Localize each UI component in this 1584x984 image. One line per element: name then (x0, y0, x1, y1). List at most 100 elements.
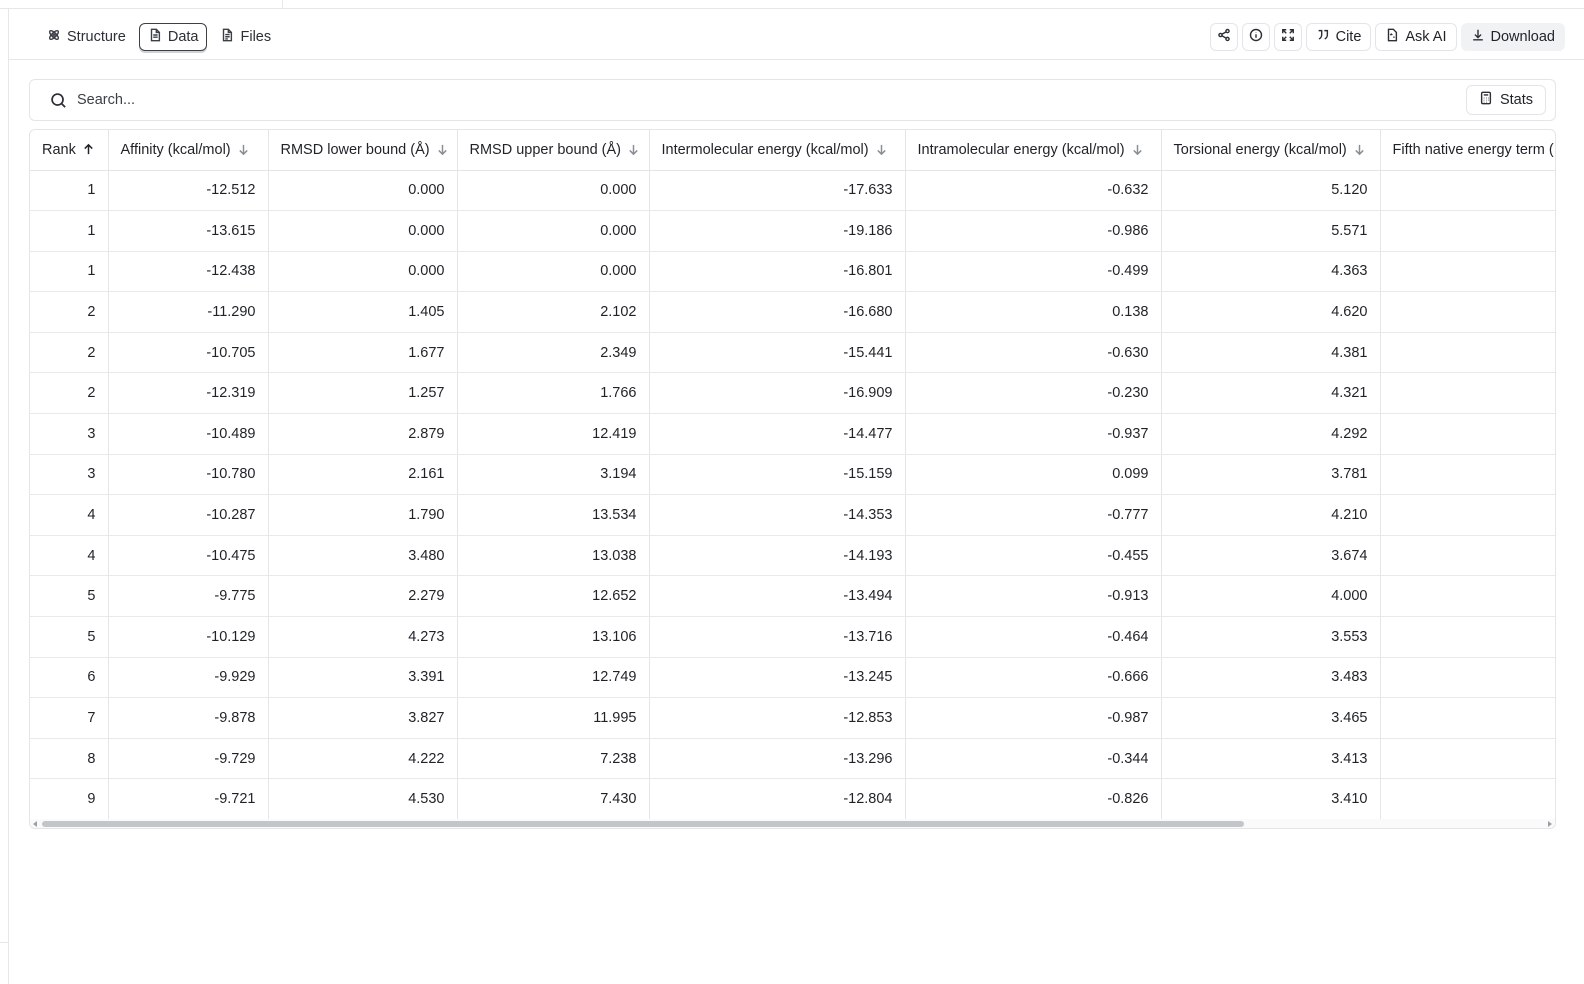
arrow-up-icon[interactable] (82, 143, 95, 156)
table-cell: -0.499 (905, 251, 1162, 293)
fullscreen-button[interactable] (1273, 23, 1302, 51)
tab-label: Files (240, 29, 272, 45)
arrow-down-icon[interactable] (1131, 143, 1144, 156)
table-cell: 3.194 (457, 454, 650, 496)
table-cell: -9.721 (108, 778, 269, 819)
tab-files[interactable]: Files (211, 23, 280, 51)
ai-doc-icon (1385, 28, 1399, 46)
results-table: Rank Affinity (kcal/mol) RMSD lower bound … (30, 130, 1555, 819)
table-cell: 0.000 (268, 170, 458, 212)
column-header-label: Intermolecular energy (kcal/mol) (661, 141, 869, 158)
tab-label: Structure (67, 29, 126, 45)
column-header[interactable]: RMSD upper bound (Å) (457, 130, 650, 171)
ask-ai-label: Ask AI (1405, 29, 1447, 45)
share-button[interactable] (1209, 23, 1238, 51)
table-cell (1380, 657, 1555, 699)
table-cell: -0.464 (905, 616, 1162, 658)
scroll-left-icon[interactable] (33, 821, 37, 827)
scroll-right-icon[interactable] (1548, 821, 1552, 827)
table-cell: 0.099 (905, 454, 1162, 496)
table-cell: 2.161 (268, 454, 458, 496)
table-cell: 1.766 (457, 372, 650, 415)
cite-label: Cite (1335, 29, 1362, 45)
column-header-label: Affinity (kcal/mol) (120, 141, 231, 158)
table-cell: -13.494 (649, 575, 906, 618)
column-header-content: Fifth native energy term ( (1393, 142, 1556, 158)
column-header[interactable]: Rank (30, 130, 109, 171)
table-cell: 3.465 (1161, 697, 1381, 739)
table-header-row: Rank Affinity (kcal/mol) RMSD lower bound … (30, 130, 1556, 171)
table-cell: 8 (30, 738, 109, 780)
table-cell: 3.410 (1161, 778, 1381, 819)
file-text-icon (220, 28, 234, 46)
table-cell: 11.995 (457, 697, 650, 739)
column-header-label: Fifth native energy term ( (1392, 141, 1554, 158)
table-cell: 4.000 (1161, 575, 1381, 618)
view-tabs: Structure Data Files (38, 23, 280, 51)
column-header-content: Intramolecular energy (kcal/mol) (918, 142, 1149, 158)
stats-button[interactable]: Stats (1465, 85, 1546, 115)
table-cell: 0.000 (268, 251, 458, 293)
table-cell: -0.344 (905, 738, 1162, 780)
arrow-down-icon[interactable] (627, 143, 640, 156)
table-cell: 0.138 (905, 291, 1162, 333)
table-cell: -0.630 (905, 332, 1162, 374)
arrow-down-icon[interactable] (875, 143, 888, 156)
table-cell: 1 (30, 210, 109, 252)
table-body: 1 -12.512 0.000 0.000 -17.633 -0.632 5.120 1 -13… (30, 170, 1555, 819)
table-row: 9 -9.721 4.530 7.430 -12.804 -0.826 3.410 (30, 778, 1555, 819)
download-label: Download (1490, 29, 1556, 45)
table-cell: -16.680 (649, 291, 906, 333)
table-cell: 2.349 (457, 332, 650, 374)
column-header[interactable]: Intramolecular energy (kcal/mol) (905, 130, 1162, 171)
table-cell: -13.296 (649, 738, 906, 780)
info-button[interactable] (1241, 23, 1270, 51)
left-divider (8, 9, 9, 984)
column-header[interactable]: RMSD lower bound (Å) (268, 130, 458, 171)
table-cell: 5.120 (1161, 170, 1381, 212)
table-cell: 5 (30, 616, 109, 658)
cite-button[interactable]: Cite (1305, 23, 1372, 51)
table-cell: 13.106 (457, 616, 650, 658)
column-header-label: RMSD upper bound (Å) (469, 141, 622, 158)
table-cell: -16.909 (649, 372, 906, 415)
table-cell: 12.749 (457, 657, 650, 699)
download-button[interactable]: Download (1460, 23, 1565, 51)
column-header-content: Affinity (kcal/mol) (121, 142, 256, 158)
tab-structure[interactable]: Structure (38, 23, 135, 51)
table-cell (1380, 372, 1555, 415)
table-cell: 1.790 (268, 494, 458, 536)
column-header[interactable]: Torsional energy (kcal/mol) (1161, 130, 1381, 171)
horizontal-scrollbar[interactable] (30, 819, 1555, 828)
arrow-down-icon[interactable] (237, 143, 250, 156)
table-cell: 4 (30, 535, 109, 577)
table-cell: 2.279 (268, 575, 458, 618)
arrow-down-icon[interactable] (436, 143, 449, 156)
table-cell (1380, 494, 1555, 536)
scrollbar-thumb[interactable] (42, 821, 1244, 827)
arrow-down-icon[interactable] (1353, 143, 1366, 156)
table-cell: -0.987 (905, 697, 1162, 739)
table-cell: 4.222 (268, 738, 458, 780)
table-cell: 0.000 (457, 170, 650, 212)
table-cell: 1.405 (268, 291, 458, 333)
column-header-content: RMSD upper bound (Å) (469, 141, 640, 158)
file-icon (148, 28, 162, 46)
column-header[interactable]: Intermolecular energy (kcal/mol) (649, 130, 906, 171)
ask-ai-button[interactable]: Ask AI (1375, 23, 1457, 51)
column-header[interactable]: Affinity (kcal/mol) (108, 130, 269, 171)
table-cell (1380, 535, 1555, 577)
table-cell: 3.553 (1161, 616, 1381, 658)
column-header[interactable]: Fifth native energy term ( (1380, 130, 1556, 171)
table-row: 7 -9.878 3.827 11.995 -12.853 -0.987 3.465 (30, 697, 1555, 739)
calculator-icon (1479, 91, 1493, 109)
stats-label: Stats (1499, 92, 1533, 108)
tab-data[interactable]: Data (138, 23, 208, 51)
top-strip (0, 0, 1584, 9)
table-cell: -17.633 (649, 170, 906, 212)
search-input[interactable] (77, 89, 1437, 111)
table-cell: 13.038 (457, 535, 650, 577)
table-cell: -15.159 (649, 454, 906, 496)
table-row: 4 -10.287 1.790 13.534 -14.353 -0.777 4.210 (30, 494, 1555, 536)
table-cell: 4.363 (1161, 251, 1381, 293)
